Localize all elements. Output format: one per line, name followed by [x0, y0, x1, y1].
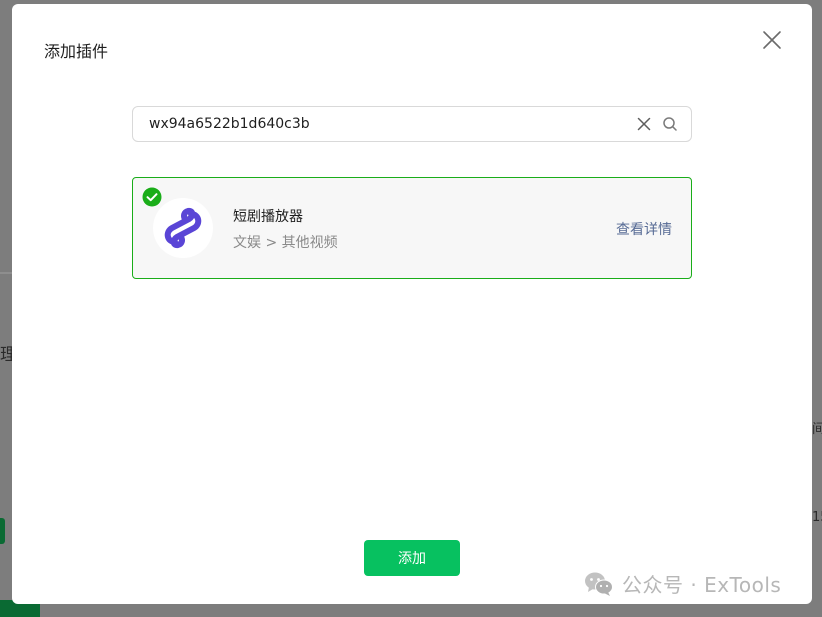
plugin-name: 短剧播放器 [233, 209, 303, 225]
plugin-result-card[interactable]: 短剧播放器 文娱 > 其他视频 查看详情 [132, 177, 692, 279]
plugin-logo [153, 198, 213, 258]
selected-check-icon [142, 187, 162, 207]
background-text-right-2: 15 [812, 510, 822, 525]
background-green-tab [0, 518, 5, 544]
close-icon [763, 31, 781, 49]
add-button[interactable]: 添加 [364, 540, 460, 576]
clear-button[interactable] [635, 115, 653, 133]
plugin-logo-icon [164, 207, 202, 249]
search-button[interactable] [661, 115, 679, 133]
search-icon [663, 117, 677, 131]
watermark: 公众号 · ExTools [584, 569, 781, 598]
add-plugin-dialog: 添加插件 短剧播放器 [12, 4, 812, 604]
wechat-icon [585, 572, 613, 596]
search-field [132, 106, 692, 142]
dialog-title: 添加插件 [44, 42, 109, 61]
view-details-link[interactable]: 查看详情 [616, 219, 672, 239]
background-text-right-1: 间 [812, 422, 822, 437]
search-input[interactable] [133, 109, 635, 139]
background-divider [0, 272, 12, 274]
plugin-category: 文娱 > 其他视频 [233, 235, 338, 251]
clear-icon [637, 117, 651, 131]
close-button[interactable] [760, 28, 784, 52]
watermark-text: 公众号 · ExTools [622, 573, 782, 597]
